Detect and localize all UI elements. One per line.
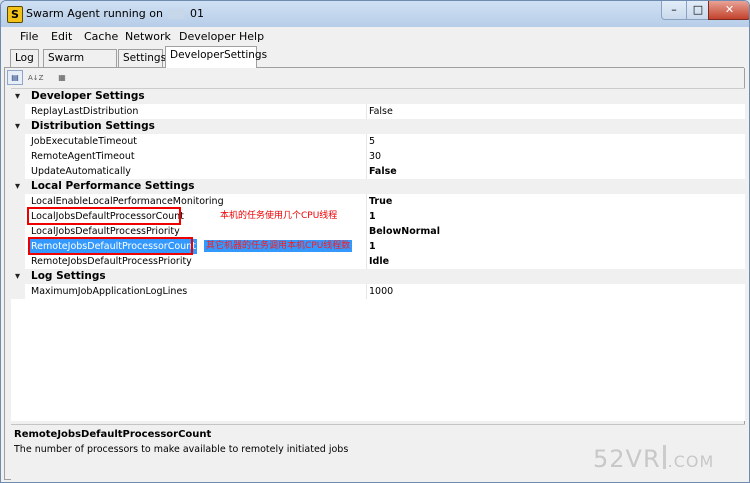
window-title-suffix: 01: [189, 7, 204, 20]
alphabetical-sort-button[interactable]: A↓Z: [27, 70, 43, 85]
property-pages-button[interactable]: ▦: [54, 70, 70, 85]
window-title: Swarm Agent running on 01: [26, 7, 204, 20]
watermark-domain: .COM: [667, 452, 715, 471]
title-bar[interactable]: S Swarm Agent running on 01 – □ ✕: [1, 1, 749, 27]
swarm-app-icon: S: [7, 6, 23, 23]
swarm-agent-window: S Swarm Agent running on 01 – □ ✕ File E…: [0, 0, 750, 483]
property-row-replay-last-distribution[interactable]: ReplayLastDistribution False: [11, 104, 745, 119]
property-value[interactable]: 1: [369, 239, 376, 254]
property-value[interactable]: BelowNormal: [369, 224, 440, 239]
category-row-distribution-settings[interactable]: ▾ Distribution Settings: [11, 119, 745, 134]
property-pages-icon: ▦: [58, 73, 66, 82]
annotation-box-local: [27, 207, 181, 225]
property-grid: ▾ Developer Settings ReplayLastDistribut…: [11, 88, 745, 421]
alphabetical-sort-icon: A↓Z: [28, 74, 44, 82]
menu-edit[interactable]: Edit: [51, 30, 72, 43]
menu-help[interactable]: Help: [239, 30, 264, 43]
property-value[interactable]: 1: [369, 209, 376, 224]
property-name: MaximumJobApplicationLogLines: [31, 286, 188, 297]
help-title: RemoteJobsDefaultProcessorCount: [14, 429, 212, 440]
tab-swarm-status[interactable]: Swarm Status: [43, 49, 117, 81]
category-label: Log Settings: [31, 270, 106, 282]
minimize-button[interactable]: –: [661, 1, 687, 20]
maximize-icon: □: [692, 3, 704, 16]
property-row-update-automatically[interactable]: UpdateAutomatically False: [11, 164, 745, 179]
tab-log[interactable]: Log: [10, 49, 39, 67]
tab-bar: Log Swarm Status Settings DeveloperSetti…: [1, 46, 749, 81]
property-value[interactable]: False: [369, 104, 393, 119]
annotation-remote-text: 其它机器的任务调用本机CPU线程数: [204, 240, 353, 252]
property-row-remote-agent-timeout[interactable]: RemoteAgentTimeout 30: [11, 149, 745, 164]
property-value[interactable]: Idle: [369, 254, 389, 269]
menu-bar: File Edit Cache Network Developer Help: [1, 27, 749, 46]
redacted-hostname: [168, 9, 185, 19]
category-row-developer-settings[interactable]: ▾ Developer Settings: [11, 89, 745, 104]
property-name: RemoteAgentTimeout: [31, 151, 135, 162]
property-row-job-executable-timeout[interactable]: JobExecutableTimeout 5: [11, 134, 745, 149]
collapse-icon[interactable]: ▾: [15, 270, 20, 283]
property-name: ReplayLastDistribution: [31, 106, 139, 117]
annotation-box-remote: [28, 237, 193, 255]
menu-file[interactable]: File: [20, 30, 38, 43]
help-description: The number of processors to make availab…: [14, 444, 349, 455]
property-value[interactable]: True: [369, 194, 392, 209]
collapse-icon[interactable]: ▾: [15, 120, 20, 133]
close-button[interactable]: ✕: [708, 1, 749, 20]
maximize-button[interactable]: □: [686, 1, 710, 20]
property-value[interactable]: 5: [369, 134, 375, 149]
close-icon: ✕: [724, 3, 735, 16]
property-name: UpdateAutomatically: [31, 166, 131, 177]
menu-network[interactable]: Network: [125, 30, 171, 43]
window-title-prefix: Swarm Agent running on: [26, 7, 163, 20]
property-value[interactable]: False: [369, 164, 397, 179]
property-row-remote-jobs-default-process-priority[interactable]: RemoteJobsDefaultProcessPriority Idle: [11, 254, 745, 269]
category-row-local-performance-settings[interactable]: ▾ Local Performance Settings: [11, 179, 745, 194]
minimize-icon: –: [671, 3, 677, 16]
category-label: Distribution Settings: [31, 120, 155, 132]
categorized-icon: ▤: [11, 73, 19, 82]
annotation-local-text: 本机的任务使用几个CPU线程: [220, 211, 338, 221]
watermark-main: 52VR: [593, 445, 661, 473]
collapse-icon[interactable]: ▾: [15, 180, 20, 193]
categorized-view-button[interactable]: ▤: [7, 70, 23, 85]
category-label: Local Performance Settings: [31, 180, 195, 192]
tab-developer-settings[interactable]: DeveloperSettings: [165, 46, 267, 68]
tab-settings[interactable]: Settings: [118, 49, 166, 67]
collapse-icon[interactable]: ▾: [15, 90, 20, 103]
category-row-log-settings[interactable]: ▾ Log Settings: [11, 269, 745, 284]
menu-cache[interactable]: Cache: [84, 30, 118, 43]
category-label: Developer Settings: [31, 90, 145, 102]
property-value[interactable]: 1000: [369, 284, 393, 299]
site-watermark: 52VR .COM: [593, 445, 714, 473]
property-name: JobExecutableTimeout: [31, 136, 137, 147]
menu-developer[interactable]: Developer: [179, 30, 236, 43]
property-row-maximum-job-application-log-lines[interactable]: MaximumJobApplicationLogLines 1000: [11, 284, 745, 299]
property-value[interactable]: 30: [369, 149, 381, 164]
property-name: RemoteJobsDefaultProcessPriority: [31, 256, 192, 267]
